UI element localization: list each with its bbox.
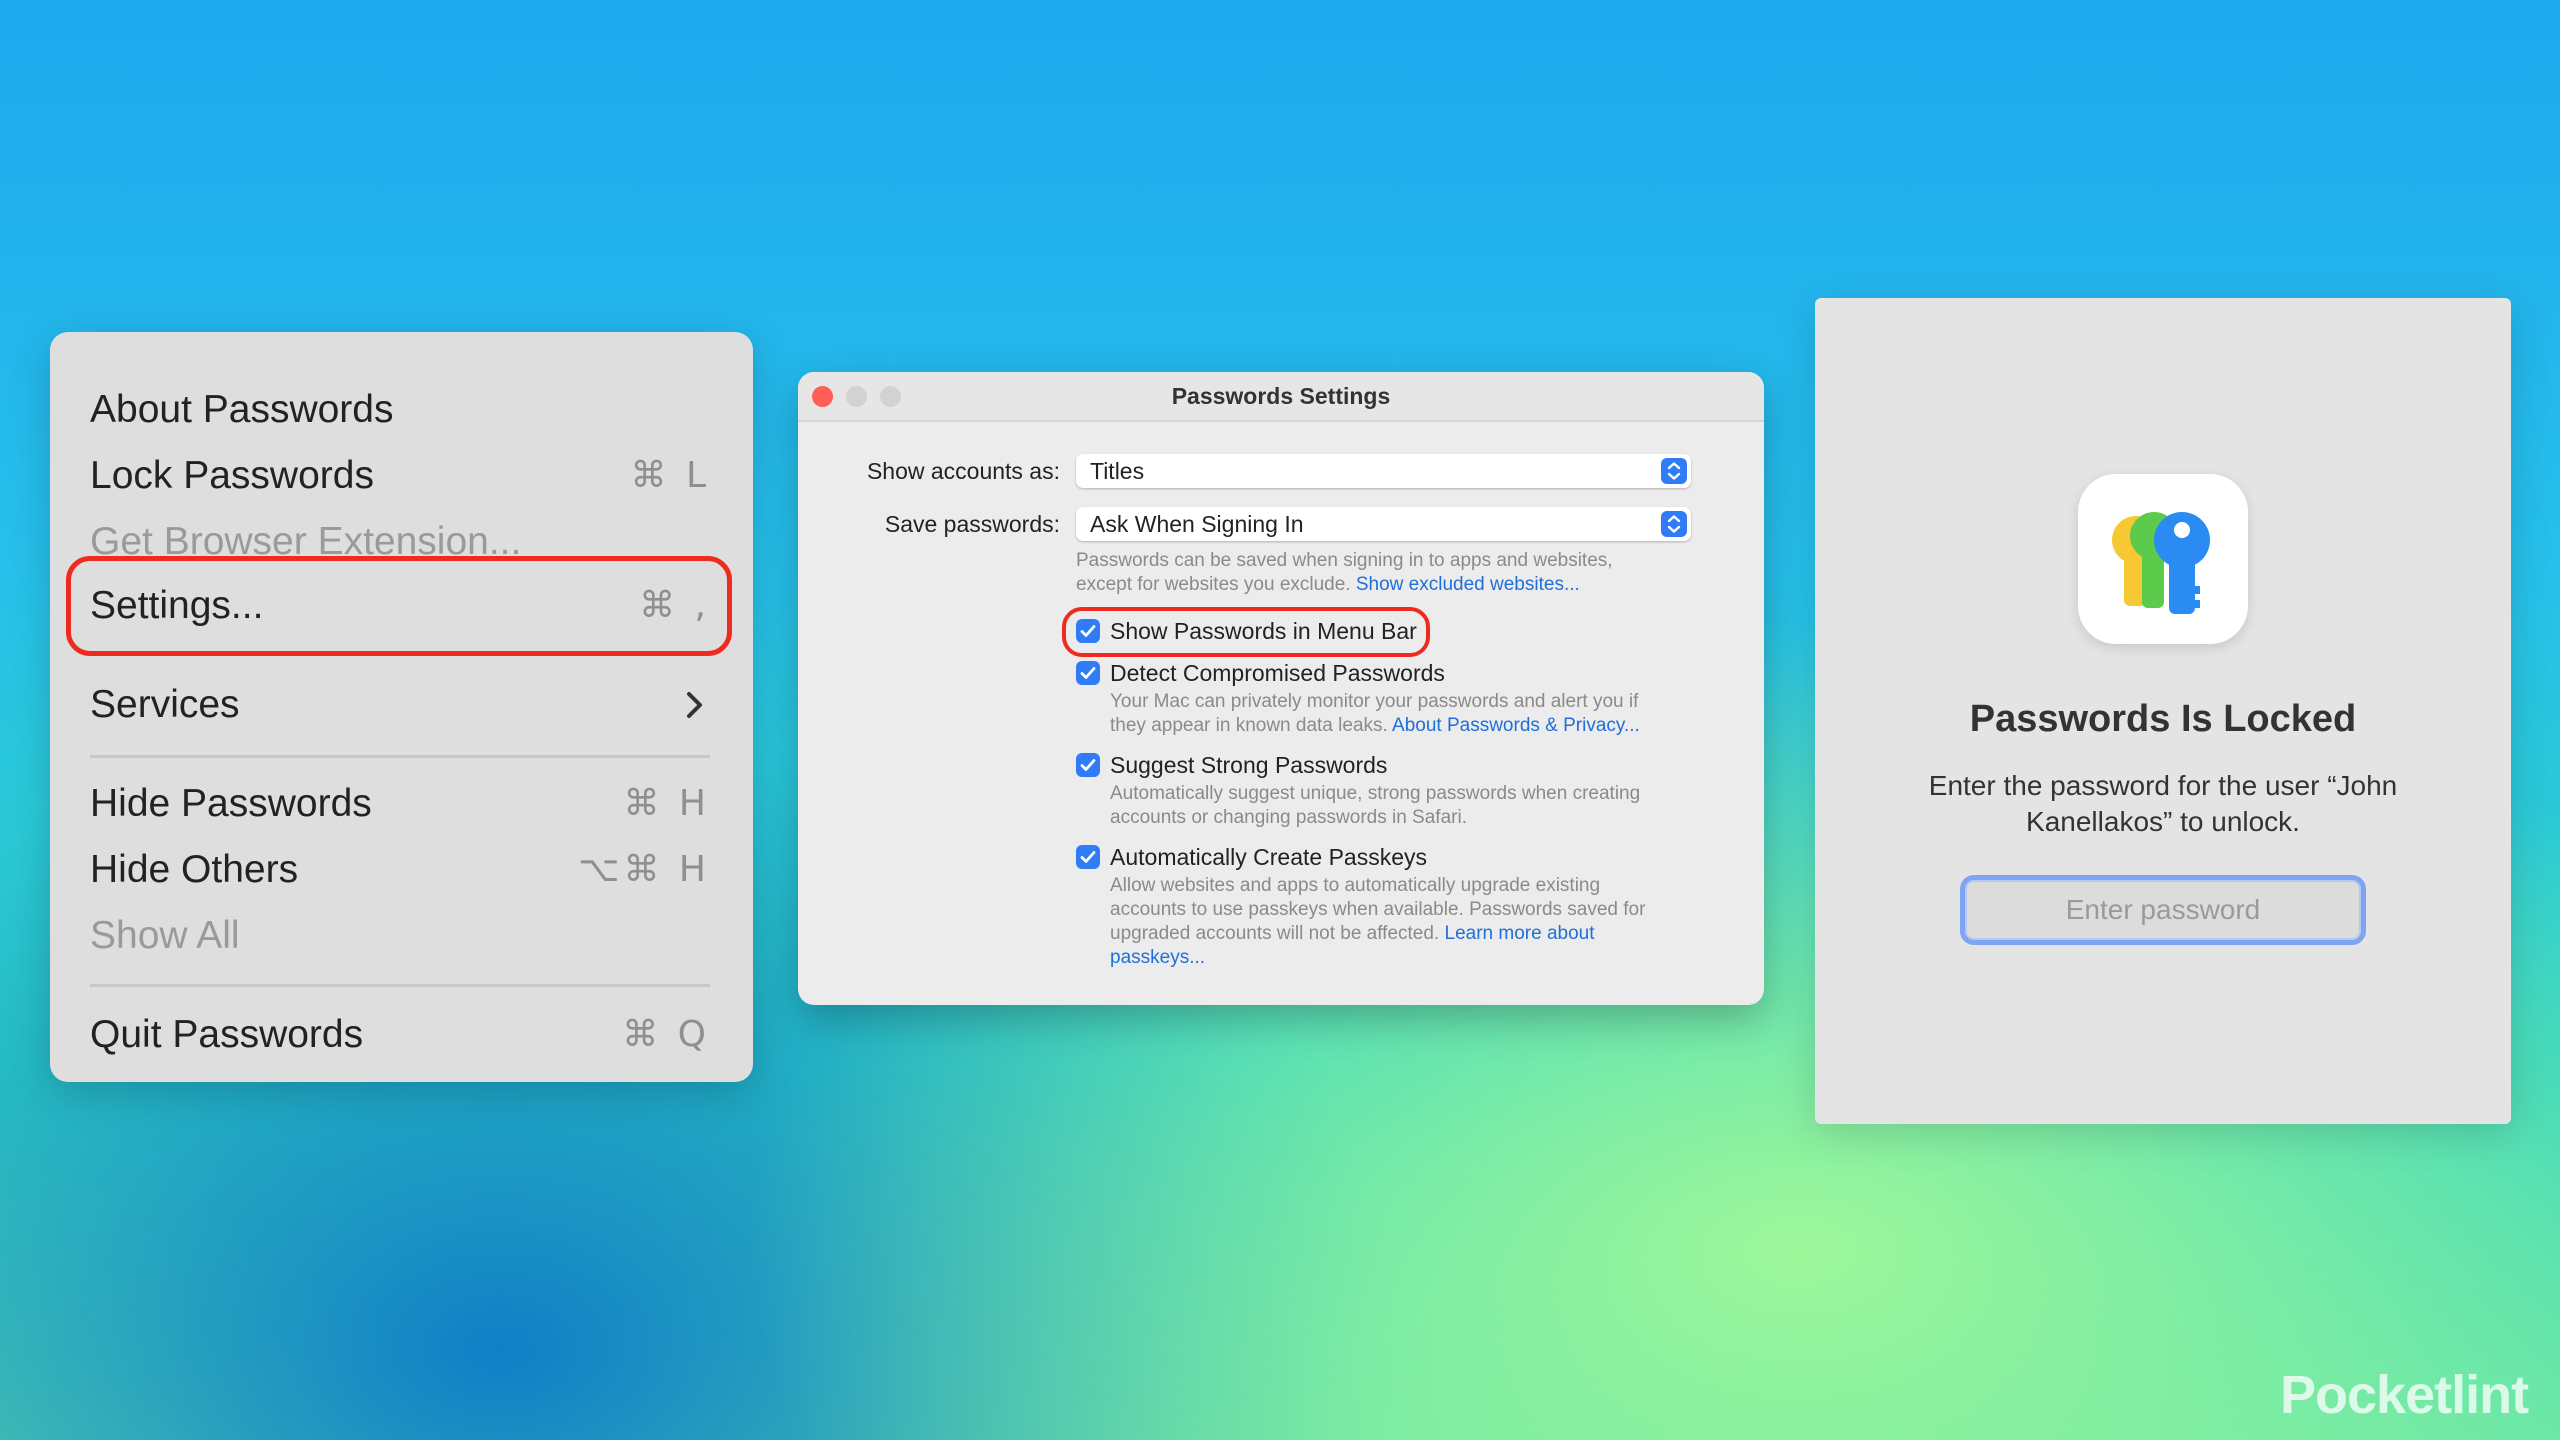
- menu-item-quit[interactable]: Quit Passwords ⌘ Q: [90, 1005, 710, 1065]
- create-passkeys-checkbox[interactable]: [1076, 845, 1100, 869]
- menu-item-about[interactable]: About Passwords: [90, 380, 710, 440]
- menu-item-label: About Passwords: [90, 388, 394, 431]
- checkbox-label[interactable]: Automatically Create Passkeys: [1110, 842, 1427, 872]
- menu-shortcut: ⌘ L: [630, 455, 710, 496]
- pocketlint-watermark: Pocketlint: [2280, 1365, 2529, 1425]
- menu-shortcut: ⌘ ,: [639, 585, 710, 626]
- menu-item-hide-others[interactable]: Hide Others ⌥⌘ H: [90, 840, 710, 900]
- help-line: Automatically suggest unique, strong pas…: [1110, 783, 1641, 804]
- locked-message: Enter the password for the user “John Ka…: [1895, 768, 2431, 840]
- menu-item-settings[interactable]: Settings... ⌘ ,: [90, 576, 710, 636]
- menu-item-lock[interactable]: Lock Passwords ⌘ L: [90, 446, 710, 506]
- suggest-strong-help: Automatically suggest unique, strong pas…: [1110, 782, 1640, 830]
- checkmark-icon: [1080, 667, 1096, 679]
- menu-shortcut: ⌘ H: [623, 783, 710, 824]
- menu-item-label: Lock Passwords: [90, 454, 374, 497]
- create-passkeys-help: Allow websites and apps to automatically…: [1110, 874, 1645, 970]
- menu-item-label: Quit Passwords: [90, 1013, 364, 1056]
- password-input[interactable]: [1960, 875, 2366, 945]
- keys-icon: [2112, 512, 2210, 614]
- show-in-menubar-checkbox[interactable]: [1076, 619, 1100, 643]
- window-title: Passwords Settings: [1171, 383, 1391, 409]
- menu-item-hide[interactable]: Hide Passwords ⌘ H: [90, 774, 710, 834]
- app-menu: About Passwords Lock Passwords ⌘ L Get B…: [50, 332, 753, 1082]
- menu-item-show-all: Show All: [90, 906, 710, 966]
- help-line: Passwords can be saved when signing in t…: [1076, 550, 1613, 571]
- menu-item-label: Hide Passwords: [90, 782, 372, 825]
- menu-separator: [90, 984, 710, 987]
- menu-item-label: Show All: [90, 914, 240, 957]
- menu-item-label: Hide Others: [90, 848, 299, 891]
- updown-chevron-icon: [1661, 511, 1687, 537]
- passwords-app-icon: [2078, 474, 2248, 644]
- locked-screen: Passwords Is Locked Enter the password f…: [1815, 298, 2511, 1124]
- show-accounts-select[interactable]: Titles: [1076, 454, 1691, 488]
- detect-compromised-checkbox[interactable]: [1076, 661, 1100, 685]
- about-privacy-link[interactable]: About Passwords & Privacy...: [1392, 715, 1640, 736]
- checkbox-label[interactable]: Detect Compromised Passwords: [1110, 658, 1445, 688]
- menu-item-label: Settings...: [90, 584, 264, 627]
- message-line: Enter the password for the user “John: [1928, 770, 2398, 801]
- save-passwords-select[interactable]: Ask When Signing In: [1076, 507, 1691, 541]
- settings-window: Passwords Settings Show accounts as: Tit…: [798, 372, 1764, 1005]
- updown-chevron-icon: [1661, 458, 1687, 484]
- save-passwords-help: Passwords can be saved when signing in t…: [1076, 549, 1613, 597]
- help-line: accounts or changing passwords in Safari…: [1110, 807, 1467, 828]
- menu-shortcut: ⌘ Q: [622, 1014, 710, 1055]
- help-line: Your Mac can privately monitor your pass…: [1110, 691, 1639, 712]
- show-excluded-websites-link[interactable]: Show excluded websites...: [1356, 574, 1580, 595]
- detect-compromised-help: Your Mac can privately monitor your pass…: [1110, 690, 1640, 738]
- select-value: Titles: [1090, 458, 1145, 484]
- menu-item-label: Services: [90, 683, 240, 726]
- save-passwords-label: Save passwords:: [884, 511, 1060, 537]
- checkmark-icon: [1080, 759, 1096, 771]
- help-line: except for websites you exclude.: [1076, 574, 1351, 595]
- help-line: Allow websites and apps to automatically…: [1110, 875, 1601, 896]
- chevron-right-icon: [684, 675, 706, 752]
- menu-separator: [90, 755, 710, 758]
- learn-more-passkeys-link-cont[interactable]: passkeys...: [1110, 947, 1205, 968]
- checkmark-icon: [1080, 851, 1096, 863]
- suggest-strong-checkbox[interactable]: [1076, 753, 1100, 777]
- help-line: accounts to use passkeys when available.…: [1110, 899, 1646, 920]
- checkbox-label[interactable]: Show Passwords in Menu Bar: [1110, 616, 1417, 646]
- help-line: they appear in known data leaks.: [1110, 715, 1388, 736]
- select-value: Ask When Signing In: [1090, 511, 1304, 537]
- message-line: Kanellakos” to unlock.: [2026, 806, 2300, 837]
- help-line: upgraded accounts will not be affected.: [1110, 923, 1440, 944]
- show-accounts-label: Show accounts as:: [866, 458, 1060, 484]
- locked-title: Passwords Is Locked: [1969, 698, 2357, 740]
- title-bar[interactable]: Passwords Settings: [798, 372, 1764, 422]
- menu-shortcut: ⌥⌘ H: [578, 849, 710, 890]
- menu-item-services[interactable]: Services: [90, 675, 710, 735]
- learn-more-passkeys-link[interactable]: Learn more about: [1445, 923, 1595, 944]
- checkmark-icon: [1080, 625, 1096, 637]
- checkbox-label[interactable]: Suggest Strong Passwords: [1110, 750, 1387, 780]
